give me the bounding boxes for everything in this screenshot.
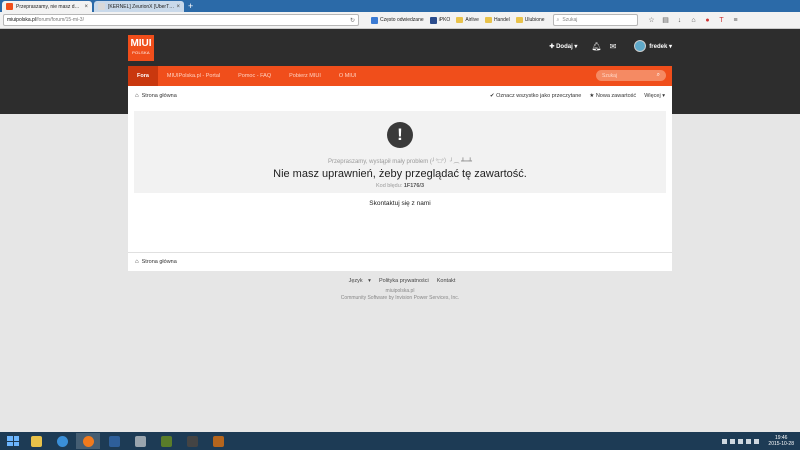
bookmarks-bar: Często odwiedzane iPKO Airlive Handel Ul… [371,16,551,24]
bookmark-folder[interactable]: Handel [484,17,510,23]
clipboard-icon[interactable]: ▤ [660,16,672,24]
site-search-input[interactable]: Szukaj ⌕ [596,70,666,81]
breadcrumb: ⌂ Strona główna ✔ Oznacz wszystko jako p… [128,86,672,106]
home-icon: ⌂ [135,259,139,265]
site-favicon-icon [6,3,13,10]
privacy-policy-link[interactable]: Polityka prywatności [379,278,429,284]
breadcrumb-bottom: ⌂ Strona główna [128,252,672,271]
app-icon [186,435,198,447]
addon-icon[interactable]: ● [702,17,714,24]
url-host: miuipolska.pl [7,17,36,23]
taskbar-app[interactable] [50,433,74,449]
exclamation-icon: ! [387,122,413,148]
browser-tab-active[interactable]: Przepraszamy, nie masz d… × [2,1,92,12]
footer-links: Język ▾ Polityka prywatności Kontakt [128,278,672,284]
taskbar-app[interactable] [180,433,204,449]
contact-us-link[interactable]: Skontaktuj się z nami [128,200,672,207]
nav-item-portal[interactable]: MIUIPolska.pl - Portal [158,66,229,86]
taskbar-explorer[interactable] [24,433,48,449]
taskbar-app[interactable] [128,433,152,449]
browser-tab-bar: Przepraszamy, nie masz d… × [KERNEL] Zeu… [0,0,800,12]
more-menu-button[interactable]: Więcej ▾ [644,93,665,99]
footer-copyright[interactable]: Community Software by Invision Power Ser… [128,295,672,301]
nav-item-download[interactable]: Pobierz MIUI [280,66,330,86]
taskbar-app[interactable] [154,433,178,449]
close-tab-icon[interactable]: × [176,4,180,10]
taskbar-app[interactable] [102,433,126,449]
url-path: /forum/forum/15-mi-3/ [35,17,84,23]
search-icon[interactable]: ⌕ [657,72,660,79]
avatar[interactable] [634,40,647,52]
bookmark-folder[interactable]: Ulubione [515,17,545,23]
envelope-icon[interactable]: ✉ [610,42,617,51]
translate-icon[interactable]: T [716,17,728,24]
error-title: Nie masz uprawnień, żeby przeglądać tę z… [273,168,527,180]
folder-icon [456,17,464,23]
download-icon[interactable]: ↓ [674,17,686,24]
nav-strip: Fora MIUIPolska.pl - Portal Pomoc - FAQ … [128,66,672,86]
site-header: MIUI POLSKA ✚ Dodaj ▾ 🔔︎ ✉ fredek ▾ [0,29,800,66]
breadcrumb-home-link[interactable]: Strona główna [142,93,177,99]
miui-polska-logo[interactable]: MIUI POLSKA [128,35,154,61]
new-tab-icon[interactable]: + [188,1,193,12]
app-icon [160,435,172,447]
globe-icon [56,435,68,447]
mark-all-read-button[interactable]: ✔ Oznacz wszystko jako przeczytane [490,93,581,99]
star-icon[interactable]: ☆ [646,16,658,24]
browser-toolbar: miuipolska.pl /forum/forum/15-mi-3/ ↻ Cz… [0,12,800,29]
folder-icon [515,17,523,23]
username-menu[interactable]: fredek ▾ [649,43,672,50]
browser-toolbar-icons: ☆ ▤ ↓ ⌂ ● T ≡ [646,16,744,25]
add-button[interactable]: ✚ Dodaj ▾ [549,43,577,50]
home-icon[interactable]: ⌂ [688,17,700,24]
nav-item-faq[interactable]: Pomoc - FAQ [229,66,280,86]
error-apology: Przepraszamy, wystąpił mały problem (╯°□… [327,159,473,165]
browser-tab[interactable]: [KERNEL] ZeurionX [UberT… × [94,1,184,12]
bell-icon[interactable]: 🔔︎ [591,42,601,51]
bookmark-icon [371,16,378,24]
address-bar[interactable]: miuipolska.pl /forum/forum/15-mi-3/ ↻ [3,14,359,26]
taskbar-clock[interactable]: 19:46 2015-10-28 [768,435,794,447]
tray-icons[interactable] [720,438,760,444]
windows-start-button[interactable] [4,434,22,448]
bookmark-item[interactable]: Często odwiedzane [371,16,424,24]
taskbar-firefox[interactable] [76,433,100,449]
breadcrumb-home-link[interactable]: Strona główna [142,259,177,265]
search-icon: ⌕ [556,17,560,23]
folder-icon [484,17,492,23]
footer-site-name: miuipolska.pl [385,288,415,294]
tab-label: Przepraszamy, nie masz d… [16,3,80,10]
menu-icon[interactable]: ≡ [730,17,742,24]
folder-icon [30,435,42,447]
error-code: Kod błędu: 1F176/3 [375,183,425,189]
main-content: ! Przepraszamy, wystąpił mały problem (╯… [128,106,672,252]
bookmark-icon [429,16,437,24]
firefox-icon [82,435,94,447]
printer-icon [134,435,146,447]
nav-item-about[interactable]: O MIUI [330,66,365,86]
app-icon [108,435,120,447]
tab-label: [KERNEL] ZeurionX [UberT… [108,3,175,10]
footer-contact-link[interactable]: Kontakt [437,278,456,284]
bookmark-folder[interactable]: Airlive [456,17,479,23]
language-menu[interactable]: Język ▾ [345,278,371,284]
taskbar-app[interactable] [206,433,230,449]
bookmark-item[interactable]: iPKO [429,16,450,24]
windows-taskbar: 19:46 2015-10-28 [0,432,800,450]
new-content-button[interactable]: ★ Nowa zawartość [589,93,636,99]
browser-search-input[interactable]: ⌕ Szukaj [552,14,638,26]
home-icon: ⌂ [135,93,139,99]
site-footer: Język ▾ Polityka prywatności Kontakt miu… [128,278,672,301]
close-tab-icon[interactable]: × [84,4,88,10]
system-tray: 19:46 2015-10-28 [720,435,800,447]
error-box: ! Przepraszamy, wystąpił mały problem (╯… [134,111,666,193]
nav-item-fora[interactable]: Fora [128,66,158,86]
app-icon [212,435,224,447]
reload-icon[interactable]: ↻ [350,17,355,24]
header-user-actions: ✚ Dodaj ▾ 🔔︎ ✉ fredek ▾ [549,39,672,53]
site-favicon-icon [98,3,105,10]
